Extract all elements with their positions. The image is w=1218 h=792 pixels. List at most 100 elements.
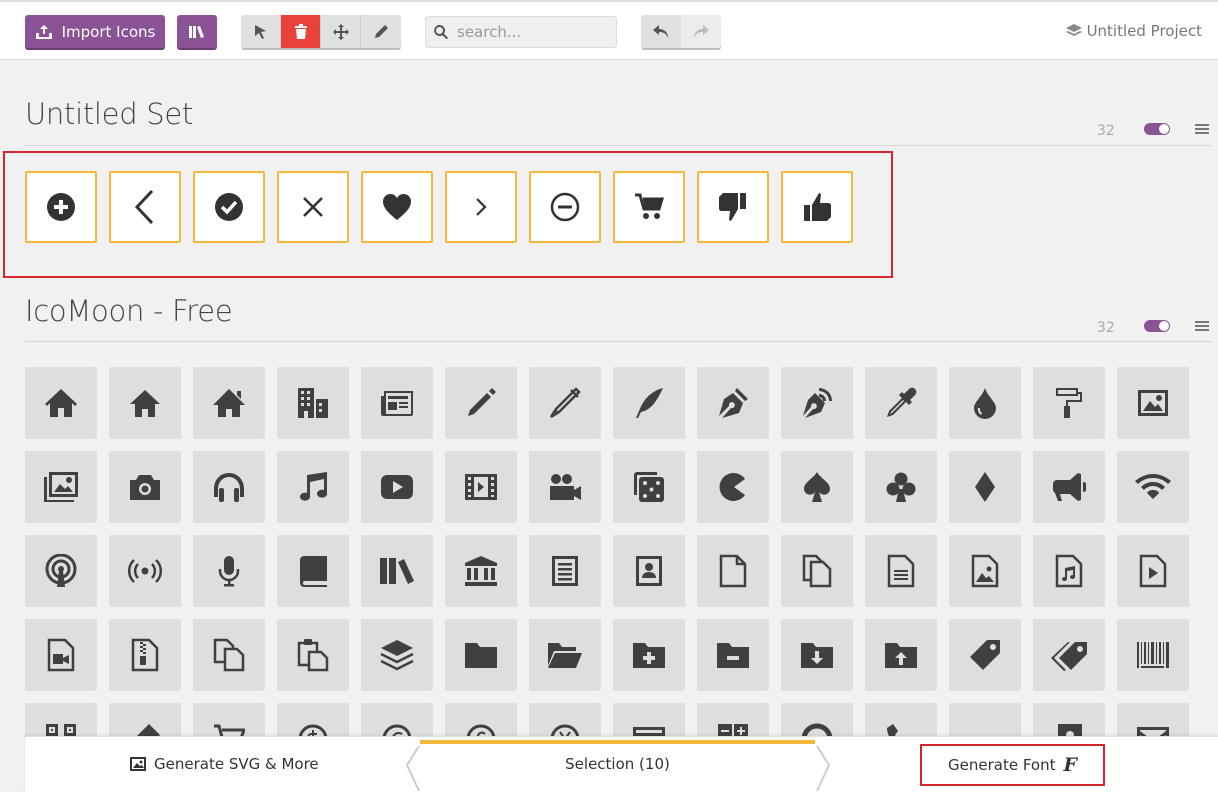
grid-icon-quill[interactable]: [613, 367, 685, 439]
grid-icon-file-empty[interactable]: [697, 535, 769, 607]
grid-icon-folder-plus[interactable]: [613, 619, 685, 691]
grid-icon-clubs[interactable]: [865, 451, 937, 523]
project-name: Untitled Project: [1086, 22, 1202, 40]
grid-icon-spades[interactable]: [781, 451, 853, 523]
grid-icon-books[interactable]: [361, 535, 433, 607]
grid-icon-pen[interactable]: [697, 367, 769, 439]
set-title-untitled[interactable]: Untitled Set: [25, 97, 193, 131]
grid-icon-file-play[interactable]: [1117, 535, 1189, 607]
grid-icon-folder-open[interactable]: [529, 619, 601, 691]
grid-icon-droplet[interactable]: [949, 367, 1021, 439]
grid-icon-pencil[interactable]: [445, 367, 517, 439]
grid-icon-podcast[interactable]: [25, 535, 97, 607]
grid-icon-film[interactable]: [445, 451, 517, 523]
redo-button[interactable]: [681, 15, 721, 48]
grid-icon-folder[interactable]: [445, 619, 517, 691]
grid-icon-barcode[interactable]: [1117, 619, 1189, 691]
grid-icon-files-empty[interactable]: [781, 535, 853, 607]
grid-icon-paste[interactable]: [277, 619, 349, 691]
quill-icon: [636, 388, 663, 418]
generate-svg-button[interactable]: Generate SVG & More: [130, 755, 319, 773]
selected-icon-cart[interactable]: [613, 171, 685, 243]
redo-icon: [694, 24, 709, 38]
grid-icon-feed[interactable]: [109, 535, 181, 607]
delete-tool-button[interactable]: [281, 15, 321, 48]
set-toggle[interactable]: [1144, 320, 1170, 332]
grid-icon-play[interactable]: [361, 451, 433, 523]
grid-icon-video-camera[interactable]: [529, 451, 601, 523]
grid-icon-diamonds[interactable]: [949, 451, 1021, 523]
grid-icon-file-video[interactable]: [25, 619, 97, 691]
set-title-icomoon-free[interactable]: IcoMoon - Free: [25, 294, 233, 328]
grid-icon-eyedropper[interactable]: [865, 367, 937, 439]
cart-icon: [635, 193, 664, 219]
grid-icon-bullhorn[interactable]: [1033, 451, 1105, 523]
selected-icon-thumbs-up[interactable]: [781, 171, 853, 243]
grid-icon-connection[interactable]: [1117, 451, 1189, 523]
edit-tool-button[interactable]: [361, 15, 401, 48]
search-box[interactable]: [425, 16, 617, 48]
grid-icon-image[interactable]: [1117, 367, 1189, 439]
selected-icon-chevron-right[interactable]: [445, 171, 517, 243]
grid-icon-camera[interactable]: [109, 451, 181, 523]
grid-icon-headphones[interactable]: [193, 451, 265, 523]
grid-icon-paint-format[interactable]: [1033, 367, 1105, 439]
grid-icon-profile[interactable]: [613, 535, 685, 607]
grid-icon-file-text2[interactable]: [865, 535, 937, 607]
grid-icon-office[interactable]: [277, 367, 349, 439]
import-icons-button[interactable]: Import Icons: [25, 15, 165, 48]
grid-icon-blog[interactable]: [781, 367, 853, 439]
grid-icon-home3[interactable]: [193, 367, 265, 439]
files-empty-icon: [802, 554, 832, 588]
selection-button[interactable]: Selection (10): [420, 737, 820, 792]
grid-icon-dice[interactable]: [613, 451, 685, 523]
selected-icon-heart[interactable]: [361, 171, 433, 243]
selected-icon-cross[interactable]: [277, 171, 349, 243]
selected-icon-check-circle[interactable]: [193, 171, 265, 243]
grid-icon-file-picture[interactable]: [949, 535, 1021, 607]
grid-icon-stack[interactable]: [361, 619, 433, 691]
grid-icon-file-music[interactable]: [1033, 535, 1105, 607]
grid-icon-library[interactable]: [445, 535, 517, 607]
close-icon: [303, 197, 323, 217]
library-button[interactable]: [177, 15, 217, 48]
wifi-icon: [1135, 474, 1171, 499]
diamonds-icon: [975, 472, 995, 502]
grid-icon-mic[interactable]: [193, 535, 265, 607]
grid-icon-home[interactable]: [25, 367, 97, 439]
select-tool-button[interactable]: [241, 15, 281, 48]
selected-icon-minus-circle[interactable]: [529, 171, 601, 243]
generate-font-button[interactable]: Generate Font F: [920, 744, 1105, 786]
grid-icon-pencil2[interactable]: [529, 367, 601, 439]
droplet-icon: [974, 388, 996, 419]
grid-icon-home2[interactable]: [109, 367, 181, 439]
grid-icon-file-text[interactable]: [529, 535, 601, 607]
grid-icon-folder-upload[interactable]: [865, 619, 937, 691]
grid-icon-copy[interactable]: [193, 619, 265, 691]
clubs-icon: [886, 472, 916, 502]
grid-icon-folder-minus[interactable]: [697, 619, 769, 691]
selected-icon-thumbs-down[interactable]: [697, 171, 769, 243]
move-tool-button[interactable]: [321, 15, 361, 48]
selected-icon-chevron-left[interactable]: [109, 171, 181, 243]
grid-icon-price-tags[interactable]: [1033, 619, 1105, 691]
set-menu-icon[interactable]: [1195, 321, 1209, 333]
grid-icon-newspaper[interactable]: [361, 367, 433, 439]
pacman-icon: [719, 473, 745, 501]
chevron-left-icon: [134, 190, 154, 224]
grid-icon-price-tag[interactable]: [949, 619, 1021, 691]
grid-icon-music[interactable]: [277, 451, 349, 523]
grid-icon-book[interactable]: [277, 535, 349, 607]
grid-icon-images[interactable]: [25, 451, 97, 523]
font-icon: F: [1063, 754, 1077, 776]
search-input[interactable]: [455, 22, 609, 42]
selected-icon-plus-circle[interactable]: [25, 171, 97, 243]
set-menu-icon[interactable]: [1195, 124, 1209, 136]
project-menu[interactable]: Untitled Project: [1065, 22, 1202, 40]
grid-icon-folder-download[interactable]: [781, 619, 853, 691]
copy-icon: [213, 638, 245, 672]
set-toggle[interactable]: [1144, 123, 1170, 135]
undo-button[interactable]: [641, 15, 681, 48]
grid-icon-file-zip[interactable]: [109, 619, 181, 691]
grid-icon-pacman[interactable]: [697, 451, 769, 523]
